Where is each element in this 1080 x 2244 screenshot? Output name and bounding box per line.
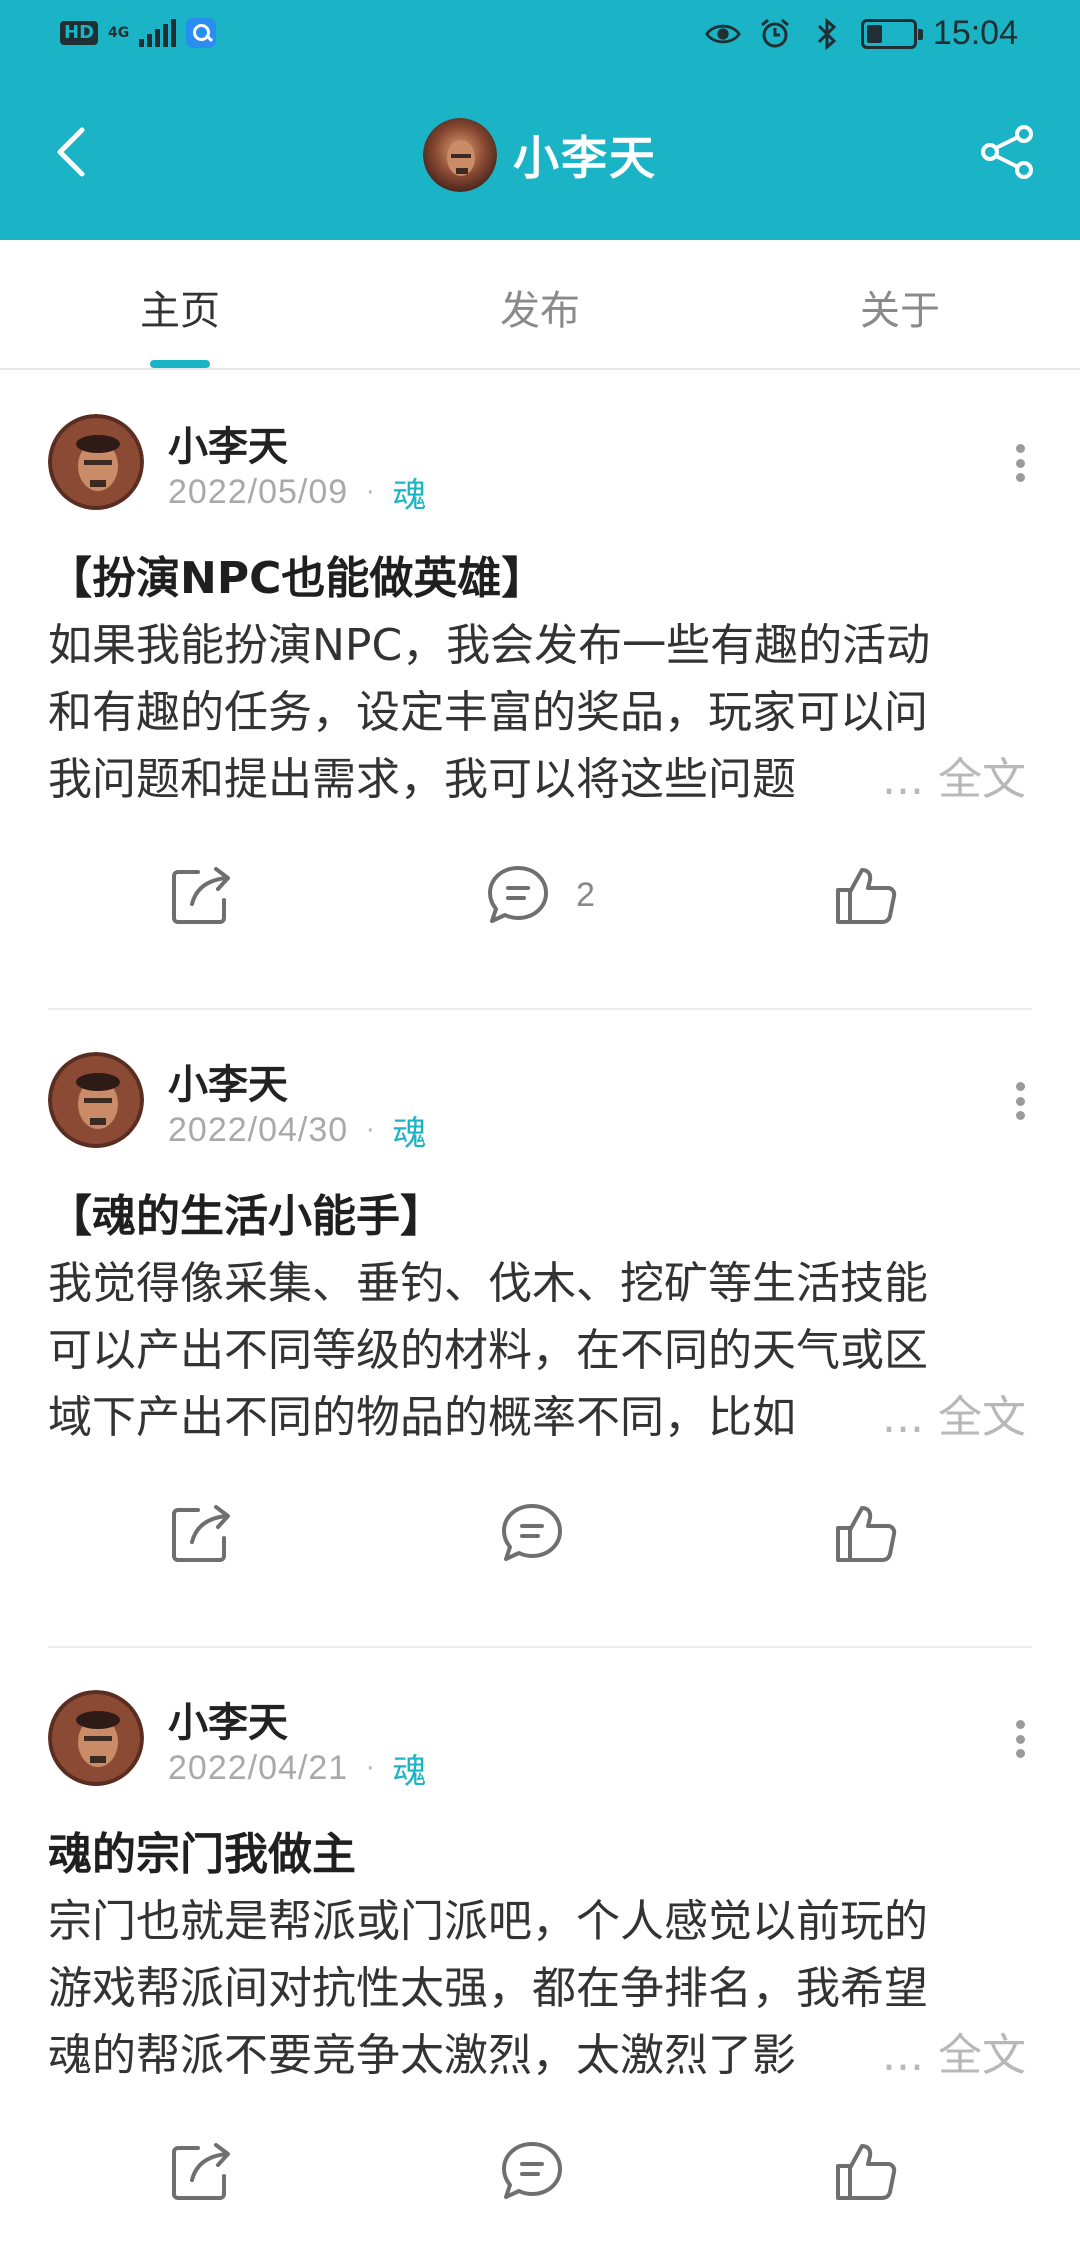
- more-dot: [1015, 1720, 1025, 1729]
- status-bar: HD 4G 15:04: [0, 0, 1080, 72]
- post-tag[interactable]: 魂: [392, 468, 426, 517]
- search-app-icon: [186, 18, 217, 48]
- author-avatar[interactable]: [48, 1052, 144, 1148]
- bluetooth-icon: [809, 16, 845, 52]
- body-line: 我觉得像采集、垂钓、伐木、挖矿等生活技能: [48, 1258, 928, 1309]
- post-meta: 2022/04/21 · 魂: [168, 1744, 426, 1793]
- body-line: 如果我能扮演NPC，我会发布一些有趣的活动: [48, 620, 931, 671]
- post-actions: 2: [0, 850, 1080, 940]
- battery-icon: [860, 18, 923, 49]
- post-meta: 2022/05/09 · 魂: [168, 468, 426, 517]
- signal-icon: [139, 19, 177, 47]
- read-full-link[interactable]: ... 全文: [876, 2022, 1026, 2089]
- status-left: HD 4G: [60, 18, 217, 48]
- like-button[interactable]: [834, 1498, 898, 1568]
- more-dot: [1015, 1096, 1025, 1106]
- post-card[interactable]: 小李天 2022/04/21 · 魂 魂的宗门我做主 宗门也就是帮派或门派吧，个…: [0, 1648, 1080, 2244]
- body-line: 游戏帮派间对抗性太强，都在争排名，我希望: [48, 1963, 928, 2014]
- author-avatar[interactable]: [48, 414, 144, 510]
- thumbs-up-icon: [836, 868, 897, 924]
- comment-count: 2: [576, 875, 595, 914]
- post-title[interactable]: 魂的宗门我做主: [48, 1818, 356, 1882]
- tab-bar: 主页 发布 关于: [0, 240, 1080, 370]
- header-title-group[interactable]: 小李天: [0, 118, 1080, 192]
- comment-button[interactable]: 2: [486, 860, 595, 930]
- status-right: 15:04: [705, 14, 1018, 53]
- body-line: 宗门也就是帮派或门派吧，个人感觉以前玩的: [48, 1896, 928, 1947]
- post-tag[interactable]: 魂: [392, 1744, 426, 1793]
- more-options-button[interactable]: [1000, 1714, 1040, 1764]
- like-button[interactable]: [834, 860, 898, 930]
- forward-button[interactable]: [170, 2136, 234, 2206]
- more-dot: [1015, 1749, 1025, 1758]
- more-options-button[interactable]: [1000, 438, 1040, 488]
- comment-icon: [488, 866, 548, 923]
- page-title: 小李天: [513, 131, 657, 185]
- app-header-background: HD 4G 15:04 小李天: [0, 0, 1080, 240]
- thumbs-up-icon: [836, 1506, 897, 1562]
- read-full-link[interactable]: ... 全文: [876, 1384, 1026, 1451]
- more-dot: [1015, 473, 1025, 482]
- body-line: 可以产出不同等级的材料，在不同的天气或区: [48, 1325, 928, 1376]
- more-dot: [1015, 1734, 1025, 1744]
- forward-icon: [172, 2143, 230, 2200]
- thumbs-up-icon: [836, 2144, 897, 2200]
- comment-icon: [502, 1504, 562, 1561]
- author-name[interactable]: 小李天: [168, 1690, 288, 1748]
- forward-icon: [172, 867, 230, 924]
- tab-home[interactable]: 主页: [80, 278, 280, 336]
- forward-icon: [172, 1505, 230, 1562]
- more-dot: [1015, 458, 1025, 468]
- tab-posts[interactable]: 发布: [440, 278, 640, 336]
- tab-indicator: [150, 360, 210, 368]
- network-type: 4G: [108, 25, 130, 41]
- more-dot: [1015, 444, 1025, 453]
- battery-level: [866, 24, 882, 43]
- more-dot: [1015, 1111, 1025, 1120]
- hd-badge: HD: [60, 21, 99, 45]
- post-title[interactable]: 【扮演NPC也能做英雄】: [48, 542, 545, 606]
- forward-button[interactable]: [170, 860, 234, 930]
- author-avatar[interactable]: [48, 1690, 144, 1786]
- forward-button[interactable]: [170, 1498, 234, 1568]
- separator-dot: ·: [366, 1753, 375, 1784]
- post-actions: [0, 1488, 1080, 1578]
- tab-about[interactable]: 关于: [800, 278, 1000, 336]
- comment-button[interactable]: [500, 1498, 590, 1568]
- avatar: [423, 118, 497, 192]
- post-title[interactable]: 【魂的生活小能手】: [48, 1180, 444, 1244]
- share-icon: [981, 125, 1033, 179]
- body-line: 和有趣的任务，设定丰富的奖品，玩家可以问: [48, 687, 928, 738]
- separator-dot: ·: [366, 477, 375, 508]
- post-card[interactable]: 小李天 2022/04/30 · 魂 【魂的生活小能手】 我觉得像采集、垂钓、伐…: [0, 1010, 1080, 1648]
- share-button[interactable]: [976, 120, 1040, 184]
- alarm-icon: [757, 16, 793, 52]
- like-button[interactable]: [834, 2136, 898, 2206]
- more-dot: [1015, 1082, 1025, 1091]
- read-full-link[interactable]: ... 全文: [876, 746, 1026, 813]
- comment-button[interactable]: [500, 2136, 590, 2206]
- post-date: 2022/04/30: [168, 1111, 349, 1149]
- author-name[interactable]: 小李天: [168, 1052, 288, 1110]
- post-meta: 2022/04/30 · 魂: [168, 1106, 426, 1155]
- more-options-button[interactable]: [1000, 1076, 1040, 1126]
- post-actions: [0, 2126, 1080, 2216]
- header: 小李天: [0, 72, 1080, 240]
- post-tag[interactable]: 魂: [392, 1106, 426, 1155]
- eye-icon: [705, 16, 741, 52]
- post-date: 2022/04/21: [168, 1749, 349, 1787]
- clock: 15:04: [932, 14, 1018, 52]
- author-name[interactable]: 小李天: [168, 414, 288, 472]
- separator-dot: ·: [366, 1115, 375, 1146]
- post-date: 2022/05/09: [168, 473, 349, 511]
- comment-icon: [502, 2142, 562, 2199]
- post-card[interactable]: 小李天 2022/05/09 · 魂 【扮演NPC也能做英雄】 如果我能扮演NP…: [0, 372, 1080, 1010]
